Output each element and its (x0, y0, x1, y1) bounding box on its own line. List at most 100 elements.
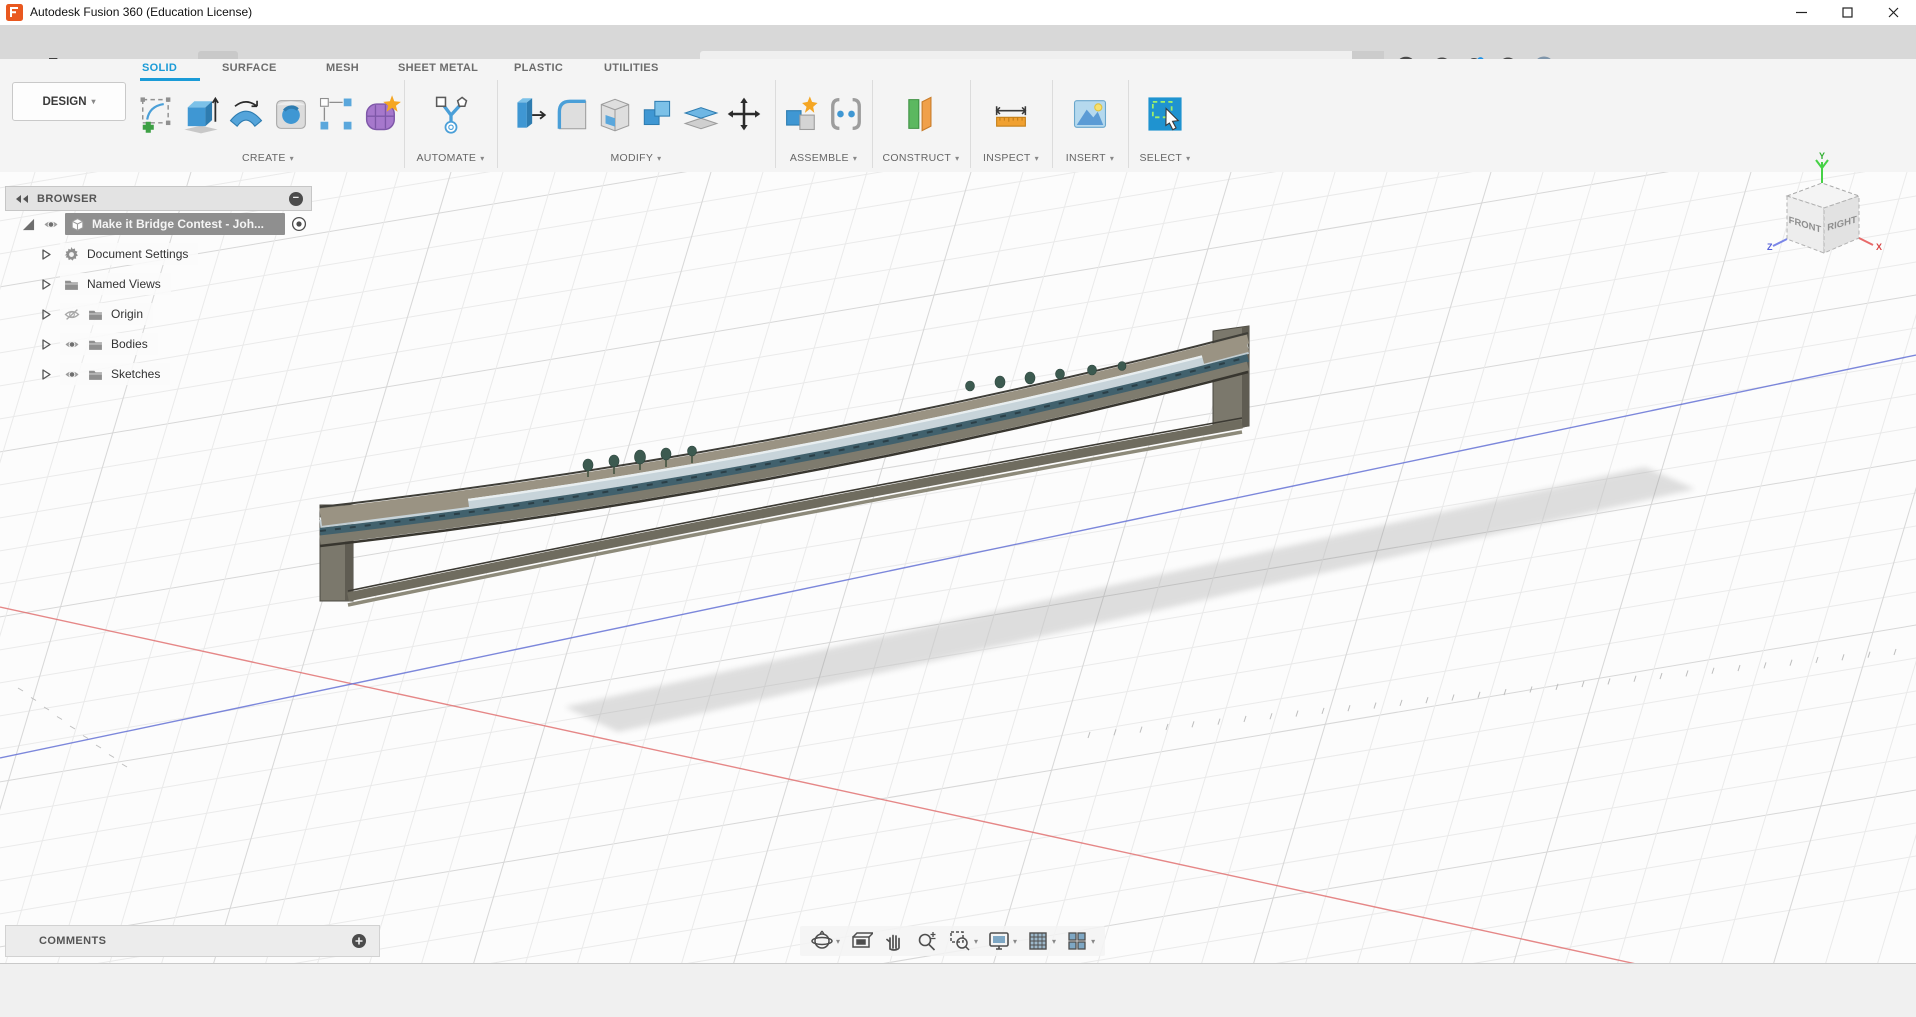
group-label-automate[interactable]: AUTOMATE▾ (416, 148, 484, 168)
viewports-icon (1065, 929, 1089, 953)
new-component-icon[interactable] (780, 92, 822, 136)
group-label-select[interactable]: SELECT▾ (1140, 148, 1191, 168)
root-component[interactable]: Make it Bridge Contest - Joh... (65, 213, 285, 235)
expand-chevron-icon[interactable] (40, 368, 52, 381)
extrude-icon[interactable] (180, 92, 222, 136)
orbit-button[interactable]: ▾ (810, 929, 840, 953)
revolve-icon[interactable] (225, 92, 267, 136)
ribbon-tab-sheet-metal[interactable]: SHEET METAL (398, 62, 478, 74)
browser-panel-header[interactable]: BROWSER − (5, 186, 312, 211)
browser-row-sketches[interactable]: Sketches (0, 362, 170, 386)
browser-row-document-settings[interactable]: Document Settings (0, 242, 198, 266)
ribbon: SOLID SURFACE MESH SHEET METAL PLASTIC U… (0, 59, 1916, 173)
visibility-off-eye-icon[interactable] (64, 308, 80, 321)
group-create: CREATE▾ (132, 80, 405, 168)
group-select: SELECT▾ (1128, 80, 1202, 168)
folder-icon (88, 338, 103, 351)
comments-panel-header[interactable]: COMMENTS (5, 925, 380, 957)
add-comment-icon[interactable] (351, 933, 367, 949)
root-component-label: Make it Bridge Contest - Joh... (92, 217, 264, 231)
group-label-construct[interactable]: CONSTRUCT▾ (883, 148, 960, 168)
viewport-canvas[interactable] (0, 172, 1916, 1017)
zoom-button[interactable] (915, 929, 939, 953)
browser-row-bodies[interactable]: Bodies (0, 332, 158, 356)
look-at-button[interactable] (849, 929, 873, 953)
group-label-inspect[interactable]: INSPECT▾ (983, 148, 1039, 168)
group-label-create[interactable]: CREATE▾ (242, 148, 294, 168)
expand-chevron-icon[interactable] (40, 308, 52, 321)
ribbon-tab-solid[interactable]: SOLID (142, 62, 177, 74)
visibility-eye-icon[interactable] (64, 368, 80, 381)
orbit-icon (810, 929, 834, 953)
ribbon-tab-utilities[interactable]: UTILITIES (604, 62, 659, 74)
expand-chevron-icon[interactable] (40, 278, 52, 291)
collapse-panel-icon[interactable] (15, 194, 29, 204)
ribbon-tab-surface[interactable]: SURFACE (222, 62, 277, 74)
axis-y-label: Y (1819, 151, 1825, 161)
expand-chevron-icon[interactable] (40, 248, 52, 261)
root-visibility-eye-icon[interactable] (43, 218, 59, 231)
pan-hand-icon (882, 929, 906, 953)
browser-row-named-views[interactable]: Named Views (0, 272, 171, 296)
zoom-window-button[interactable]: ▾ (948, 929, 978, 953)
look-at-icon (849, 929, 873, 953)
zoom-icon (915, 929, 939, 953)
rectangular-pattern-icon[interactable] (315, 92, 357, 136)
expand-chevron-icon[interactable] (40, 338, 52, 351)
window-title: Autodesk Fusion 360 (Education License) (30, 5, 252, 19)
select-icon[interactable] (1144, 92, 1186, 136)
group-modify: MODIFY▾ (497, 80, 776, 168)
browser-panel-title: BROWSER (37, 193, 97, 205)
folder-icon (64, 278, 79, 291)
grid-icon (1026, 929, 1050, 953)
close-button[interactable] (1870, 0, 1916, 25)
view-navigation-toolbar: ▾ ▾ (800, 926, 1105, 956)
group-label-assemble[interactable]: ASSEMBLE▾ (790, 148, 857, 168)
group-label-insert[interactable]: INSERT▾ (1066, 148, 1114, 168)
press-pull-icon[interactable] (509, 92, 549, 136)
pan-button[interactable] (882, 929, 906, 953)
measure-icon[interactable] (990, 92, 1032, 136)
maximize-button[interactable] (1824, 0, 1870, 25)
fusion-logo-icon (6, 4, 23, 21)
hole-icon[interactable] (270, 92, 312, 136)
visibility-eye-icon[interactable] (64, 338, 80, 351)
display-settings-icon (987, 929, 1011, 953)
shell-icon[interactable] (595, 92, 635, 136)
automate-icon[interactable] (430, 92, 472, 136)
minimize-button[interactable] (1778, 0, 1824, 25)
component-cube-icon (69, 216, 86, 233)
group-automate: AUTOMATE▾ (404, 80, 498, 168)
fillet-icon[interactable] (552, 92, 592, 136)
create-form-icon[interactable] (360, 92, 402, 136)
ribbon-tab-plastic[interactable]: PLASTIC (514, 62, 563, 74)
move-copy-icon[interactable] (724, 92, 764, 136)
group-assemble: ASSEMBLE▾ (775, 80, 873, 168)
group-label-modify[interactable]: MODIFY▾ (611, 148, 662, 168)
create-sketch-icon[interactable] (135, 92, 177, 136)
insert-canvas-icon[interactable] (1069, 92, 1111, 136)
folder-icon (88, 368, 103, 381)
grids-snaps-button[interactable]: ▾ (1026, 929, 1056, 953)
application-bar: Make it Bridge Contest - Johnathan Henn … (0, 25, 1916, 60)
construct-plane-icon[interactable] (900, 92, 942, 136)
viewports-button[interactable]: ▾ (1065, 929, 1095, 953)
view-cube[interactable]: Y FRONT RIGHT Z X (1760, 150, 1916, 268)
group-inspect: INSPECT▾ (970, 80, 1053, 168)
ribbon-tab-mesh[interactable]: MESH (326, 62, 359, 74)
zoom-window-icon (948, 929, 972, 953)
fusion360-window: Autodesk Fusion 360 (Education License) (0, 0, 1916, 1017)
combine-icon[interactable] (638, 92, 678, 136)
axis-x-label: X (1876, 242, 1882, 252)
workspace-selector[interactable]: DESIGN▾ (12, 82, 126, 121)
split-body-icon[interactable] (681, 92, 721, 136)
browser-root-row[interactable]: Make it Bridge Contest - Joh... (0, 212, 312, 236)
titlebar: Autodesk Fusion 360 (Education License) (0, 0, 1916, 26)
browser-row-origin[interactable]: Origin (0, 302, 153, 326)
root-expand-icon[interactable] (22, 218, 35, 231)
joint-icon[interactable] (825, 92, 867, 136)
folder-icon (88, 308, 103, 321)
activate-component-radio[interactable] (291, 216, 307, 232)
display-settings-button[interactable]: ▾ (987, 929, 1017, 953)
browser-collapse-all-icon[interactable]: − (289, 192, 303, 206)
